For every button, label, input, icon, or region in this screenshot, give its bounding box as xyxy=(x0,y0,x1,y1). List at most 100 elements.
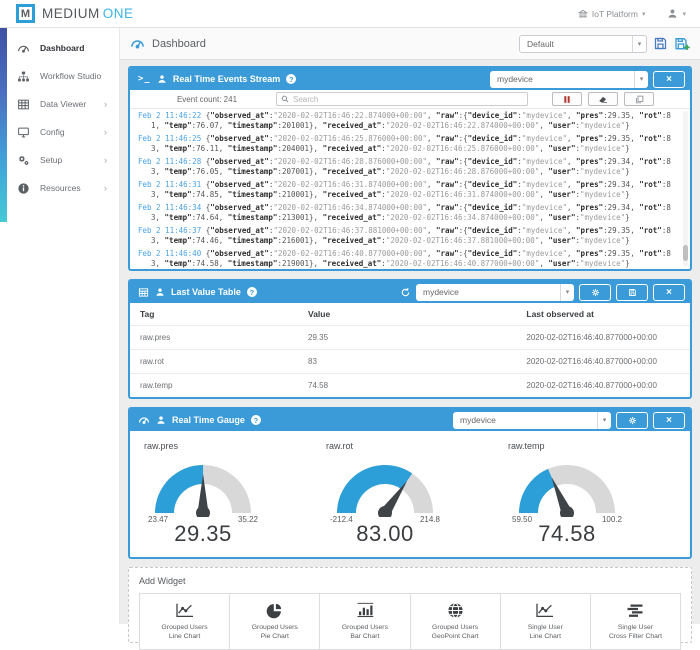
help-icon[interactable]: ? xyxy=(247,287,257,297)
events-close-button[interactable]: × xyxy=(653,71,685,88)
brand-wordmark: MEDIUMONE xyxy=(42,6,134,21)
widget-single-user-cross-filter-chart[interactable]: Single User Cross Filter Chart xyxy=(591,594,680,649)
last-value-close-button[interactable]: × xyxy=(653,284,685,301)
gauge-close-button[interactable]: × xyxy=(653,412,685,429)
gauge-min-label: 59.50 xyxy=(512,515,532,524)
gauge-panel-header: Real Time Gauge ? mydevice ▾ × xyxy=(130,409,690,431)
last-value-table-panel: Last Value Table ? mydevice ▾ xyxy=(128,279,692,399)
events-toolbar: Event count: 241 xyxy=(130,90,690,109)
column-header: Last observed at xyxy=(516,303,690,326)
sidebar-item-config[interactable]: Config › xyxy=(0,118,119,146)
user-icon xyxy=(155,287,165,297)
widget-single-user-line-chart[interactable]: Single User Line Chart xyxy=(501,594,591,649)
gauge-device-select[interactable]: mydevice ▾ xyxy=(453,412,611,429)
log-entry: Feb 2 11:46:37 {"observed_at":"2020-02-0… xyxy=(138,226,678,245)
add-widget-section: Add Widget Grouped Users Line Chart Grou… xyxy=(128,567,692,643)
caret-down-icon: ▾ xyxy=(560,284,574,301)
table-icon xyxy=(17,98,30,111)
events-search[interactable] xyxy=(276,92,528,106)
table-row: raw.temp74.582020-02-02T16:46:40.877000+… xyxy=(130,374,690,398)
sidebar-item-setup[interactable]: Setup › xyxy=(0,146,119,174)
desktop-icon xyxy=(17,126,30,139)
gauge-value: 83.00 xyxy=(322,521,448,547)
pie-chart-icon xyxy=(232,601,317,619)
gauge-label: raw.rot xyxy=(326,441,504,451)
sidebar-item-dashboard[interactable]: Dashboard xyxy=(0,34,119,62)
platform-menu[interactable]: IoT Platform ▾ xyxy=(578,9,646,19)
gauge-min-label: -212.4 xyxy=(330,515,353,524)
gear-icon xyxy=(628,416,637,425)
widget-label: Grouped Users xyxy=(232,623,317,632)
sidebar: Dashboard Workflow Studio Data Viewer › xyxy=(0,28,120,624)
user-icon xyxy=(667,8,678,19)
help-icon[interactable]: ? xyxy=(251,415,261,425)
sidebar-item-label: Dashboard xyxy=(40,43,84,53)
sidebar-item-data-viewer[interactable]: Data Viewer › xyxy=(0,90,119,118)
gauge-settings-button[interactable] xyxy=(616,412,648,429)
page-title-label: Dashboard xyxy=(152,38,206,50)
gear-icon xyxy=(591,288,600,297)
gauge-raw-pres: raw.pres 23.4735.22 29.35 xyxy=(140,439,322,547)
sidebar-item-workflow-studio[interactable]: Workflow Studio xyxy=(0,62,119,90)
user-menu[interactable]: ▾ xyxy=(667,8,686,19)
chevron-right-icon: › xyxy=(104,183,107,193)
logo-letter: M xyxy=(21,8,30,20)
widget-label: Single User xyxy=(593,623,678,632)
gauge-value: 29.35 xyxy=(140,521,266,547)
log-scrollbar[interactable] xyxy=(683,111,688,267)
widget-grouped-users-line-chart[interactable]: Grouped Users Line Chart xyxy=(140,594,230,649)
pause-stream-button[interactable] xyxy=(552,92,582,106)
widget-label: Line Chart xyxy=(503,632,588,641)
help-icon[interactable]: ? xyxy=(286,74,296,84)
events-stream-header: >_ Real Time Events Stream ? mydevice ▾ … xyxy=(130,68,690,90)
widget-grouped-users-bar-chart[interactable]: Grouped Users Bar Chart xyxy=(320,594,410,649)
column-header: Tag xyxy=(130,303,298,326)
line-chart-icon xyxy=(142,601,227,619)
close-icon: × xyxy=(666,287,672,298)
last-value-device-select[interactable]: mydevice ▾ xyxy=(416,284,574,301)
log-entry: Feb 2 11:46:22 {"observed_at":"2020-02-0… xyxy=(138,111,678,130)
refresh-icon[interactable] xyxy=(400,287,411,298)
platform-menu-label: IoT Platform xyxy=(592,9,638,19)
widget-label: Grouped Users xyxy=(413,623,498,632)
clear-stream-button[interactable] xyxy=(588,92,618,106)
sidebar-item-label: Setup xyxy=(40,155,62,165)
search-icon xyxy=(281,95,289,103)
table-icon xyxy=(138,287,149,298)
sidebar-item-resources[interactable]: Resources › xyxy=(0,174,119,202)
last-value-settings-button[interactable] xyxy=(579,284,611,301)
globe-icon xyxy=(413,601,498,619)
brand-medium: MEDIUM xyxy=(42,6,100,21)
widget-grouped-users-geopoint-chart[interactable]: Grouped Users GeoPoint Chart xyxy=(411,594,501,649)
gauge-device-select-value: mydevice xyxy=(453,415,597,425)
gauge-label: raw.pres xyxy=(144,441,322,451)
events-search-input[interactable] xyxy=(293,95,523,104)
copy-events-button[interactable] xyxy=(624,92,654,106)
log-scrollbar-thumb[interactable] xyxy=(683,245,688,261)
chevron-right-icon: › xyxy=(104,99,107,109)
gauge-raw-rot: raw.rot -212.4214.8 83.00 xyxy=(322,439,504,547)
user-icon xyxy=(156,415,166,425)
last-value-table-title: Last Value Table xyxy=(171,287,241,297)
gauge-row: raw.pres 23.4735.22 29.35 raw.rot -212.4… xyxy=(130,431,690,557)
events-log-area: Feb 2 11:46:22 {"observed_at":"2020-02-0… xyxy=(130,109,690,269)
sitemap-icon xyxy=(17,70,30,83)
last-value-table-header: Last Value Table ? mydevice ▾ xyxy=(130,281,690,303)
save-as-new-dashboard-button[interactable] xyxy=(674,36,690,52)
caret-down-icon: ▾ xyxy=(632,36,646,52)
log-entry: Feb 2 11:46:40 {"observed_at":"2020-02-0… xyxy=(138,249,678,268)
widget-grouped-users-pie-chart[interactable]: Grouped Users Pie Chart xyxy=(230,594,320,649)
dashboard-topbar: Dashboard Default ▾ xyxy=(120,28,700,60)
events-device-select[interactable]: mydevice ▾ xyxy=(490,71,648,88)
dashboard-select[interactable]: Default ▾ xyxy=(519,35,647,53)
save-dashboard-button[interactable] xyxy=(653,36,668,51)
caret-down-icon: ▾ xyxy=(642,10,646,18)
widget-label: GeoPoint Chart xyxy=(413,632,498,641)
widget-label: Bar Chart xyxy=(322,632,407,641)
caret-down-icon: ▾ xyxy=(682,10,686,18)
gauge-panel-title: Real Time Gauge xyxy=(172,415,245,425)
last-value-save-button[interactable] xyxy=(616,284,648,301)
gauge-icon xyxy=(138,414,150,426)
save-icon xyxy=(628,288,637,297)
chevron-right-icon: › xyxy=(104,155,107,165)
